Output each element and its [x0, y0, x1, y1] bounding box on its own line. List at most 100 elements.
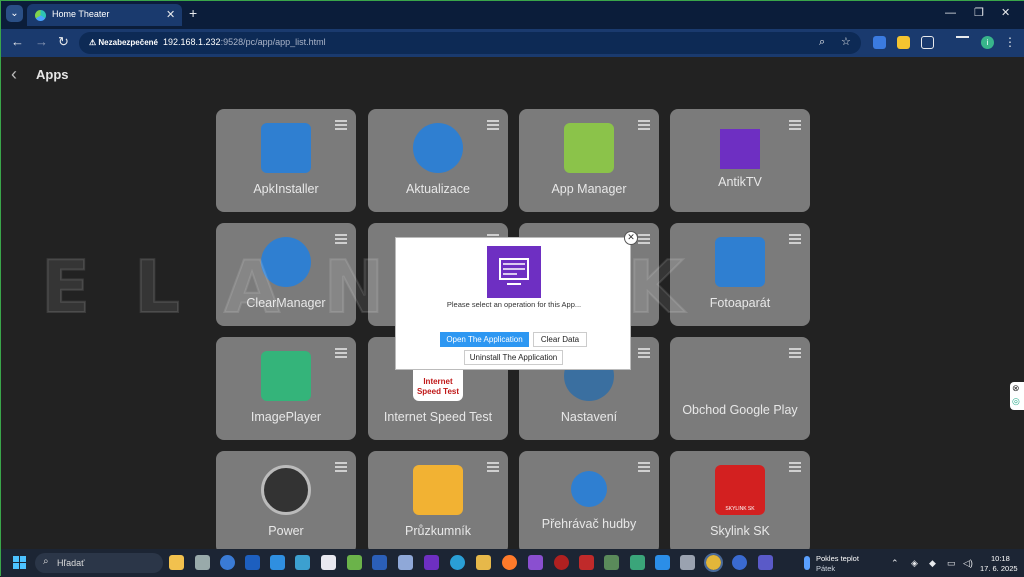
app-icon[interactable]	[630, 555, 645, 570]
app-icon[interactable]	[295, 555, 310, 570]
tip-icon[interactable]	[245, 555, 260, 570]
weather-title[interactable]: Pokles teplot	[816, 554, 859, 563]
app-tile[interactable]: Aktualizace	[368, 109, 508, 212]
word-icon[interactable]	[372, 555, 387, 570]
zoom-icon[interactable]: ⌕	[819, 36, 825, 49]
profile-avatar[interactable]: i	[981, 36, 994, 49]
tv-icon	[720, 129, 760, 169]
hamburger-menu-icon[interactable]	[789, 234, 801, 244]
hamburger-menu-icon[interactable]	[487, 462, 499, 472]
app-tile[interactable]: Fotoaparát	[670, 223, 810, 326]
display-icon[interactable]: ▭	[947, 558, 956, 568]
dialog-close-icon[interactable]: ✕	[624, 231, 638, 245]
side-widget[interactable]: ⊗ ◎	[1010, 382, 1024, 410]
restore-icon[interactable]: ❐	[974, 7, 984, 19]
close-icon[interactable]: ⊗	[1012, 383, 1020, 394]
app-icon[interactable]	[732, 555, 747, 570]
app-tile[interactable]: Obchod Google Play	[670, 337, 810, 440]
app-tile[interactable]: App Manager	[519, 109, 659, 212]
address-bar[interactable]: ⚠ Nezabezpečené 192.168.1.232:9528/pc/ap…	[79, 32, 861, 54]
app-tile[interactable]: Přehrávač hudby	[519, 451, 659, 549]
calculator-icon[interactable]	[680, 555, 695, 570]
app-icon[interactable]	[347, 555, 362, 570]
bookmark-star-icon[interactable]: ☆	[841, 36, 851, 49]
url-text[interactable]: 192.168.1.232:9528/pc/app/app_list.html	[163, 37, 326, 47]
new-tab-button[interactable]: +	[189, 6, 197, 20]
toolbar: ← → ↻ ⚠ Nezabezpečené 192.168.1.232:9528…	[1, 29, 1024, 57]
favicon-icon	[35, 10, 46, 21]
translate-icon[interactable]	[873, 36, 886, 49]
tray-app-icon[interactable]: ◈	[911, 558, 918, 568]
app-icon[interactable]	[220, 555, 235, 570]
app-tile[interactable]: Průzkumník	[368, 451, 508, 549]
volume-icon[interactable]: ◁)	[963, 558, 973, 568]
hamburger-menu-icon[interactable]	[335, 462, 347, 472]
hamburger-menu-icon[interactable]	[335, 234, 347, 244]
hamburger-menu-icon[interactable]	[638, 348, 650, 358]
play-store-icon	[715, 351, 765, 401]
close-window-icon[interactable]: ✕	[1001, 7, 1010, 19]
app-icon[interactable]	[398, 555, 413, 570]
teams-icon[interactable]	[758, 555, 773, 570]
clock-time[interactable]: 10:18	[991, 554, 1010, 563]
clock-date[interactable]: 17. 6. 2025	[980, 564, 1018, 573]
hamburger-menu-icon[interactable]	[638, 234, 650, 244]
camera-icon	[715, 237, 765, 287]
app-tile[interactable]: SKYLINK SK Skylink SK	[670, 451, 810, 549]
security-chip[interactable]: ⚠ Nezabezpečené	[85, 36, 162, 50]
app-tile[interactable]: ClearManager	[216, 223, 356, 326]
minimize-icon[interactable]: —	[945, 7, 956, 19]
back-icon[interactable]: ←	[11, 35, 24, 49]
app-icon[interactable]	[195, 555, 210, 570]
back-arrow-icon[interactable]: ‹	[11, 65, 17, 83]
reading-list-icon[interactable]	[956, 36, 969, 49]
mail-icon[interactable]	[476, 555, 491, 570]
tab-close-icon[interactable]: ✕	[166, 8, 175, 21]
taskbar-search[interactable]: ⌕ Hľadať	[35, 553, 163, 573]
tab-search-button[interactable]: ⌄	[6, 5, 23, 22]
firefox-icon[interactable]	[502, 555, 517, 570]
hamburger-menu-icon[interactable]	[638, 462, 650, 472]
menu-icon[interactable]: ⋮	[1004, 35, 1016, 49]
app-icon[interactable]	[604, 555, 619, 570]
app-tile[interactable]: AntikTV	[670, 109, 810, 212]
tab-strip: ⌄ Home Theater ✕ + — ❐ ✕	[1, 1, 1024, 29]
music-icon	[571, 471, 607, 507]
file-explorer-icon[interactable]	[169, 555, 184, 570]
hamburger-menu-icon[interactable]	[335, 120, 347, 130]
app-tile-label: App Manager	[551, 182, 627, 196]
widget-icon[interactable]: ◎	[1012, 396, 1020, 407]
extensions-puzzle-icon[interactable]	[921, 36, 934, 49]
image-icon	[261, 351, 311, 401]
uninstall-application-button[interactable]: Uninstall The Application	[464, 350, 563, 365]
hamburger-menu-icon[interactable]	[789, 462, 801, 472]
app-icon[interactable]	[450, 555, 465, 570]
app-icon[interactable]	[270, 555, 285, 570]
app-tile[interactable]: ImagePlayer	[216, 337, 356, 440]
upload-arrow-icon	[413, 123, 463, 173]
app-icon[interactable]	[321, 555, 336, 570]
app-icon[interactable]	[554, 555, 569, 570]
visual-studio-icon[interactable]	[528, 555, 543, 570]
tray-app-icon[interactable]: ◆	[929, 558, 936, 568]
app-tile[interactable]: Power	[216, 451, 356, 549]
hamburger-menu-icon[interactable]	[335, 348, 347, 358]
clear-data-button[interactable]: Clear Data	[533, 332, 587, 347]
extension-icon[interactable]	[897, 36, 910, 49]
hamburger-menu-icon[interactable]	[789, 348, 801, 358]
open-application-button[interactable]: Open The Application	[440, 332, 529, 347]
app-tile[interactable]: ApkInstaller	[216, 109, 356, 212]
forward-icon[interactable]: →	[35, 35, 48, 49]
hamburger-menu-icon[interactable]	[487, 120, 499, 130]
power-icon	[261, 465, 311, 515]
vscode-icon[interactable]	[655, 555, 670, 570]
filezilla-icon[interactable]	[579, 555, 594, 570]
chevron-up-icon[interactable]: ⌃	[891, 558, 899, 568]
tab-home-theater[interactable]: Home Theater ✕	[27, 4, 182, 26]
windows-start-icon[interactable]	[13, 556, 27, 570]
reload-icon[interactable]: ↻	[58, 35, 69, 49]
hamburger-menu-icon[interactable]	[789, 120, 801, 130]
hamburger-menu-icon[interactable]	[638, 120, 650, 130]
app-icon[interactable]	[424, 555, 439, 570]
chrome-icon[interactable]	[704, 553, 723, 572]
